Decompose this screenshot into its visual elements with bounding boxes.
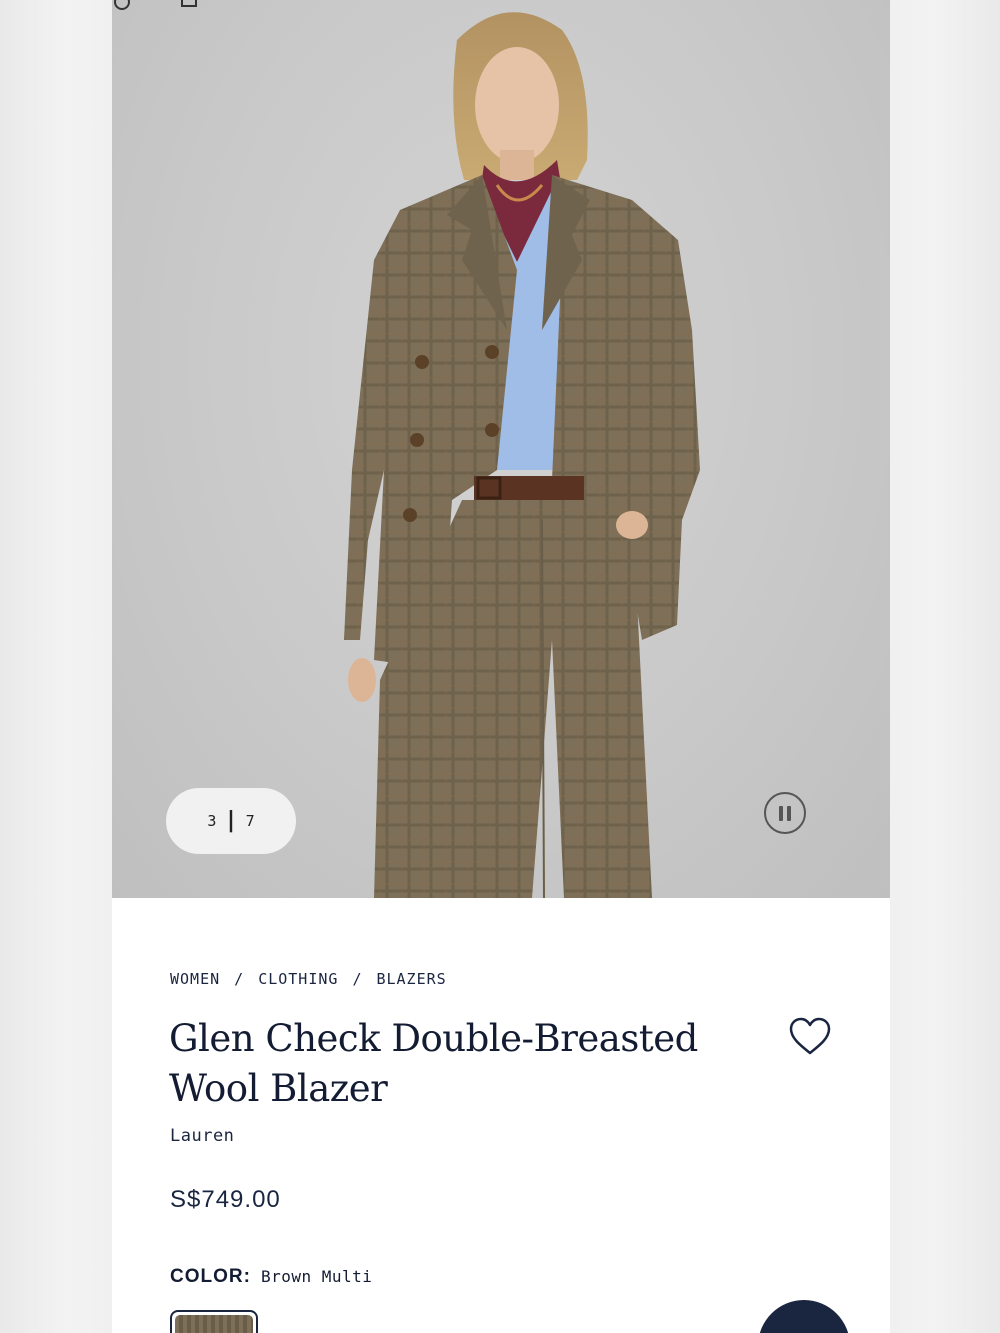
- color-label: COLOR:: [170, 1266, 251, 1287]
- product-image-carousel[interactable]: 3 | 7: [112, 0, 890, 898]
- breadcrumb-blazers[interactable]: BLAZERS: [376, 970, 446, 988]
- breadcrumb-separator: /: [234, 970, 245, 988]
- breadcrumb-clothing[interactable]: CLOTHING: [258, 970, 338, 988]
- image-counter: 3 | 7: [166, 788, 296, 854]
- color-selection: COLOR: Brown Multi: [170, 1266, 372, 1288]
- image-counter-total: 7: [245, 812, 255, 830]
- breadcrumb-women[interactable]: WOMEN: [170, 970, 220, 988]
- product-title: Glen Check Double-Breasted Wool Blazer: [169, 1014, 729, 1114]
- chat-button[interactable]: [758, 1300, 850, 1333]
- heart-icon[interactable]: [788, 1016, 832, 1056]
- left-backdrop: [0, 0, 112, 1333]
- color-value: Brown Multi: [260, 1267, 373, 1286]
- product-title-line1: Glen Check Double-Breasted: [169, 1017, 698, 1060]
- image-counter-divider: |: [224, 807, 238, 833]
- image-counter-current: 3: [207, 812, 217, 830]
- color-swatch-brown-multi[interactable]: [170, 1310, 258, 1333]
- pause-button[interactable]: [764, 792, 806, 834]
- model-photo: [344, 12, 700, 898]
- breadcrumb-separator: /: [352, 970, 363, 988]
- product-page: 3 | 7 WOMEN / CLOTHING / BLAZERS Glen Ch…: [112, 0, 890, 1333]
- product-title-line2: Wool Blazer: [169, 1067, 388, 1110]
- right-backdrop: [890, 0, 1000, 1333]
- swatch-fabric: [175, 1315, 253, 1333]
- product-price: S$749.00: [170, 1186, 281, 1213]
- breadcrumb: WOMEN / CLOTHING / BLAZERS: [170, 970, 447, 988]
- pause-icon-bar: [787, 805, 791, 821]
- product-brand[interactable]: Lauren: [170, 1126, 234, 1146]
- header-icons: [114, 0, 197, 10]
- pause-icon: [779, 805, 783, 821]
